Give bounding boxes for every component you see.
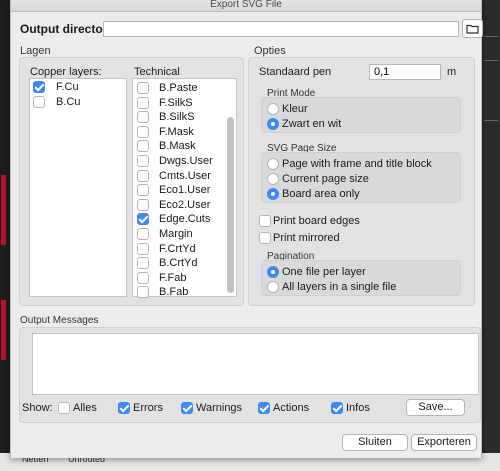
technical-layer-label: F.SilkS — [159, 96, 193, 109]
message-filter-checkbox[interactable] — [331, 402, 343, 414]
print-mode-radio[interactable] — [267, 103, 279, 115]
technical-layer-checkbox[interactable] — [137, 271, 149, 284]
copper-layers-list — [29, 78, 127, 297]
pen-width-input[interactable] — [369, 64, 441, 80]
print-mode-option-label: Zwart en wit — [282, 118, 342, 130]
technical-layer-label: Margin — [159, 228, 193, 240]
message-filter-label: Errors — [133, 402, 163, 414]
copper-layer-checkbox[interactable] — [33, 95, 45, 108]
technical-layer-label: Edge.Cuts — [159, 213, 211, 226]
page-size-radio[interactable] — [267, 158, 279, 170]
browse-folder-button[interactable] — [462, 19, 483, 38]
message-filter-checkbox[interactable] — [58, 402, 70, 414]
opties-title: Opties — [254, 45, 286, 57]
technical-title: Technical — [134, 66, 180, 78]
copper-layer-checkbox[interactable] — [33, 81, 45, 93]
technical-layer-label: Dwgs.User — [159, 155, 213, 167]
save-messages-button[interactable]: Save... — [406, 399, 465, 416]
print-board-edges-checkbox[interactable] — [259, 215, 271, 227]
page-size-radio[interactable] — [267, 188, 279, 200]
pen-unit-label: m — [447, 66, 457, 78]
print-mode-radio[interactable] — [267, 118, 279, 130]
output-messages-title: Output Messages — [20, 315, 99, 326]
message-filter-label: Warnings — [196, 402, 243, 414]
print-mirrored-checkbox[interactable] — [259, 232, 271, 244]
technical-layer-checkbox[interactable] — [137, 169, 149, 182]
technical-layer-checkbox[interactable] — [137, 242, 149, 255]
export-svg-dialog: Export SVG File Output directory: Lagen … — [10, 0, 483, 458]
pagination-option-label: All layers in a single file — [282, 281, 397, 293]
background-app-right — [482, 0, 500, 471]
page-size-radio[interactable] — [267, 173, 279, 185]
technical-layer-checkbox[interactable] — [137, 257, 149, 270]
window-title: Export SVG File — [11, 0, 481, 12]
output-directory-input[interactable] — [103, 21, 459, 37]
technical-layer-checkbox[interactable] — [137, 228, 149, 240]
message-filter-checkbox[interactable] — [258, 402, 270, 414]
copper-layers-title: Copper layers: — [30, 66, 102, 78]
copper-layer-label: B.Cu — [56, 95, 81, 108]
technical-layer-checkbox[interactable] — [137, 82, 149, 94]
technical-layer-checkbox[interactable] — [137, 96, 149, 109]
technical-layer-checkbox[interactable] — [137, 155, 149, 167]
technical-layer-label: Eco1.User — [159, 184, 211, 197]
pen-label: Standaard pen — [259, 66, 332, 78]
technical-layer-checkbox[interactable] — [137, 111, 149, 124]
print-mirrored-label: Print mirrored — [273, 232, 340, 244]
technical-layer-checkbox[interactable] — [137, 184, 149, 197]
page-size-option-label: Current page size — [282, 173, 369, 185]
lagen-title: Lagen — [20, 45, 51, 57]
technical-layer-label: Cmts.User — [159, 169, 211, 182]
message-filter-checkbox[interactable] — [118, 402, 130, 414]
technical-layer-label: F.Mask — [159, 125, 194, 138]
technical-layer-checkbox[interactable] — [137, 286, 149, 299]
pagination-radio[interactable] — [267, 266, 279, 278]
message-filter-label: Infos — [346, 402, 370, 414]
pagination-option-label: One file per layer — [282, 266, 366, 278]
copper-layer-label: F.Cu — [56, 81, 79, 93]
technical-layer-checkbox[interactable] — [137, 213, 149, 226]
print-board-edges-label: Print board edges — [273, 215, 360, 227]
technical-layer-checkbox[interactable] — [137, 140, 149, 153]
folder-icon — [466, 24, 479, 34]
technical-layer-label: F.Fab — [159, 271, 187, 284]
show-label: Show: — [22, 402, 53, 414]
message-filter-checkbox[interactable] — [181, 402, 193, 414]
output-messages-area[interactable] — [32, 333, 479, 395]
technical-layer-label: F.CrtYd — [159, 242, 196, 255]
export-button[interactable]: Exporteren — [411, 434, 477, 451]
technical-layer-label: B.Paste — [159, 82, 198, 94]
page-size-option-label: Page with frame and title block — [282, 158, 432, 170]
technical-layer-checkbox[interactable] — [137, 198, 149, 211]
pagination-radio[interactable] — [267, 281, 279, 293]
technical-layer-label: B.Mask — [159, 140, 196, 153]
page-size-option-label: Board area only — [282, 188, 360, 200]
background-app-left — [0, 0, 10, 471]
technical-layer-label: Eco2.User — [159, 198, 211, 211]
message-filter-label: Alles — [73, 402, 97, 414]
print-mode-option-label: Kleur — [282, 103, 308, 115]
close-button[interactable]: Sluiten — [342, 434, 408, 451]
technical-layer-label: B.SilkS — [159, 111, 195, 124]
technical-list-scrollbar[interactable] — [227, 117, 234, 293]
technical-layer-label: B.Fab — [159, 286, 189, 299]
technical-layer-checkbox[interactable] — [137, 125, 149, 138]
message-filter-label: Actions — [273, 402, 310, 414]
technical-layer-label: B.CrtYd — [159, 257, 198, 270]
